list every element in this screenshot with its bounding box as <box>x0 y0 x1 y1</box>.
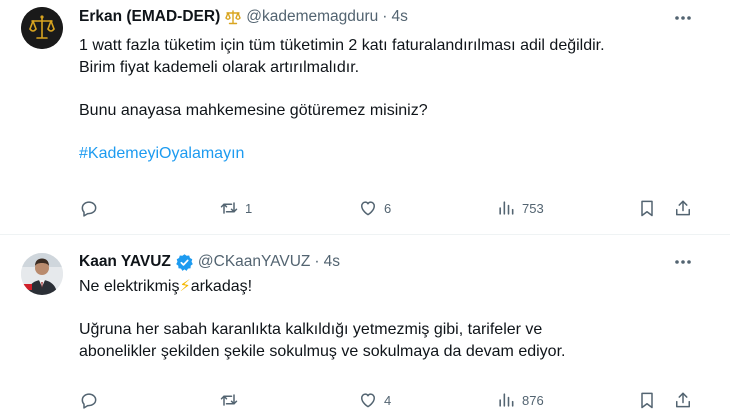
retweet-count: 1 <box>245 200 253 216</box>
tweet-header: Kaan YAVUZ @CKaanYAVUZ · 4s <box>79 252 340 272</box>
share-button[interactable] <box>673 388 693 412</box>
tweet-text: Ne elektrikmiş⚡arkadaş! Uğruna her sabah… <box>79 276 709 363</box>
author-handle[interactable]: @kadememagduru <box>246 7 378 27</box>
author-handle[interactable]: @CKaanYAVUZ <box>198 252 311 272</box>
separator-dot: · <box>314 253 320 270</box>
reply-button[interactable] <box>79 388 105 412</box>
bookmark-button[interactable] <box>637 388 657 412</box>
more-options-icon[interactable] <box>672 8 694 28</box>
share-icon <box>676 392 690 408</box>
retweet-button[interactable] <box>219 388 245 412</box>
tweet-text-fragment: Ne elektrikmiş <box>79 278 180 295</box>
tweet-text-line: Uğruna her sabah karanlıkta kalkıldığı y… <box>79 321 543 338</box>
timestamp[interactable]: 4s <box>391 7 407 27</box>
more-options-icon[interactable] <box>672 252 694 272</box>
profile-photo <box>21 253 63 295</box>
like-button[interactable]: 4 <box>358 388 391 412</box>
bookmark-icon <box>641 200 653 217</box>
author-name[interactable]: Kaan YAVUZ <box>79 252 171 272</box>
views-chart-icon <box>499 393 514 407</box>
views-count: 876 <box>522 392 544 408</box>
avatar[interactable] <box>21 7 63 49</box>
avatar[interactable] <box>21 253 63 295</box>
tweet-text-fragment: arkadaş! <box>190 278 253 295</box>
heart-icon <box>361 393 375 408</box>
views-count: 753 <box>522 200 544 216</box>
reply-icon <box>81 393 97 409</box>
scales-badge-icon <box>224 8 242 26</box>
author-name[interactable]: Erkan (EMAD-DER) <box>79 7 220 27</box>
verified-badge-icon <box>175 253 194 272</box>
tweet-header: Erkan (EMAD-DER) @kadememagduru · 4s <box>79 7 408 27</box>
action-bar: 1 6 753 <box>79 196 699 220</box>
lightning-emoji-icon: ⚡ <box>179 278 191 295</box>
tweet-text-line: Ne elektrikmiş⚡arkadaş! <box>79 276 709 298</box>
tweet[interactable]: Erkan (EMAD-DER) @kadememagduru · 4s 1 w… <box>0 0 730 235</box>
views-button[interactable]: 876 <box>496 388 544 412</box>
bookmark-icon <box>641 392 653 409</box>
views-button[interactable]: 753 <box>496 196 544 220</box>
share-button[interactable] <box>673 196 693 220</box>
views-chart-icon <box>499 201 514 215</box>
like-count: 4 <box>384 392 392 408</box>
retweet-icon <box>220 202 238 214</box>
bookmark-button[interactable] <box>637 196 657 220</box>
heart-icon <box>361 201 375 216</box>
retweet-icon <box>220 394 238 406</box>
tweet-text: 1 watt fazla tüketim için tüm tüketimin … <box>79 35 709 165</box>
like-count: 6 <box>384 200 392 216</box>
share-icon <box>676 200 690 216</box>
tweet[interactable]: Kaan YAVUZ @CKaanYAVUZ · 4s Ne elektrikm… <box>0 236 730 420</box>
reply-icon <box>81 201 97 217</box>
tweet-text-line: abonelikler şekilden şekile sokulmuş ve … <box>79 343 566 360</box>
separator-dot: · <box>382 8 388 25</box>
hashtag-link[interactable]: #KademeyiOyalamayın <box>79 143 709 165</box>
like-button[interactable]: 6 <box>358 196 391 220</box>
tweet-text-line: Birim fiyat kademeli olarak artırılmalıd… <box>79 59 360 76</box>
retweet-button[interactable]: 1 <box>219 196 252 220</box>
timestamp[interactable]: 4s <box>324 252 340 272</box>
scales-logo-icon <box>21 7 63 49</box>
reply-button[interactable] <box>79 196 105 220</box>
action-bar: 4 876 <box>79 388 699 412</box>
tweet-text-line: Bunu anayasa mahkemesine götüremez misin… <box>79 102 428 119</box>
tweet-text-line: 1 watt fazla tüketim için tüm tüketimin … <box>79 37 605 54</box>
